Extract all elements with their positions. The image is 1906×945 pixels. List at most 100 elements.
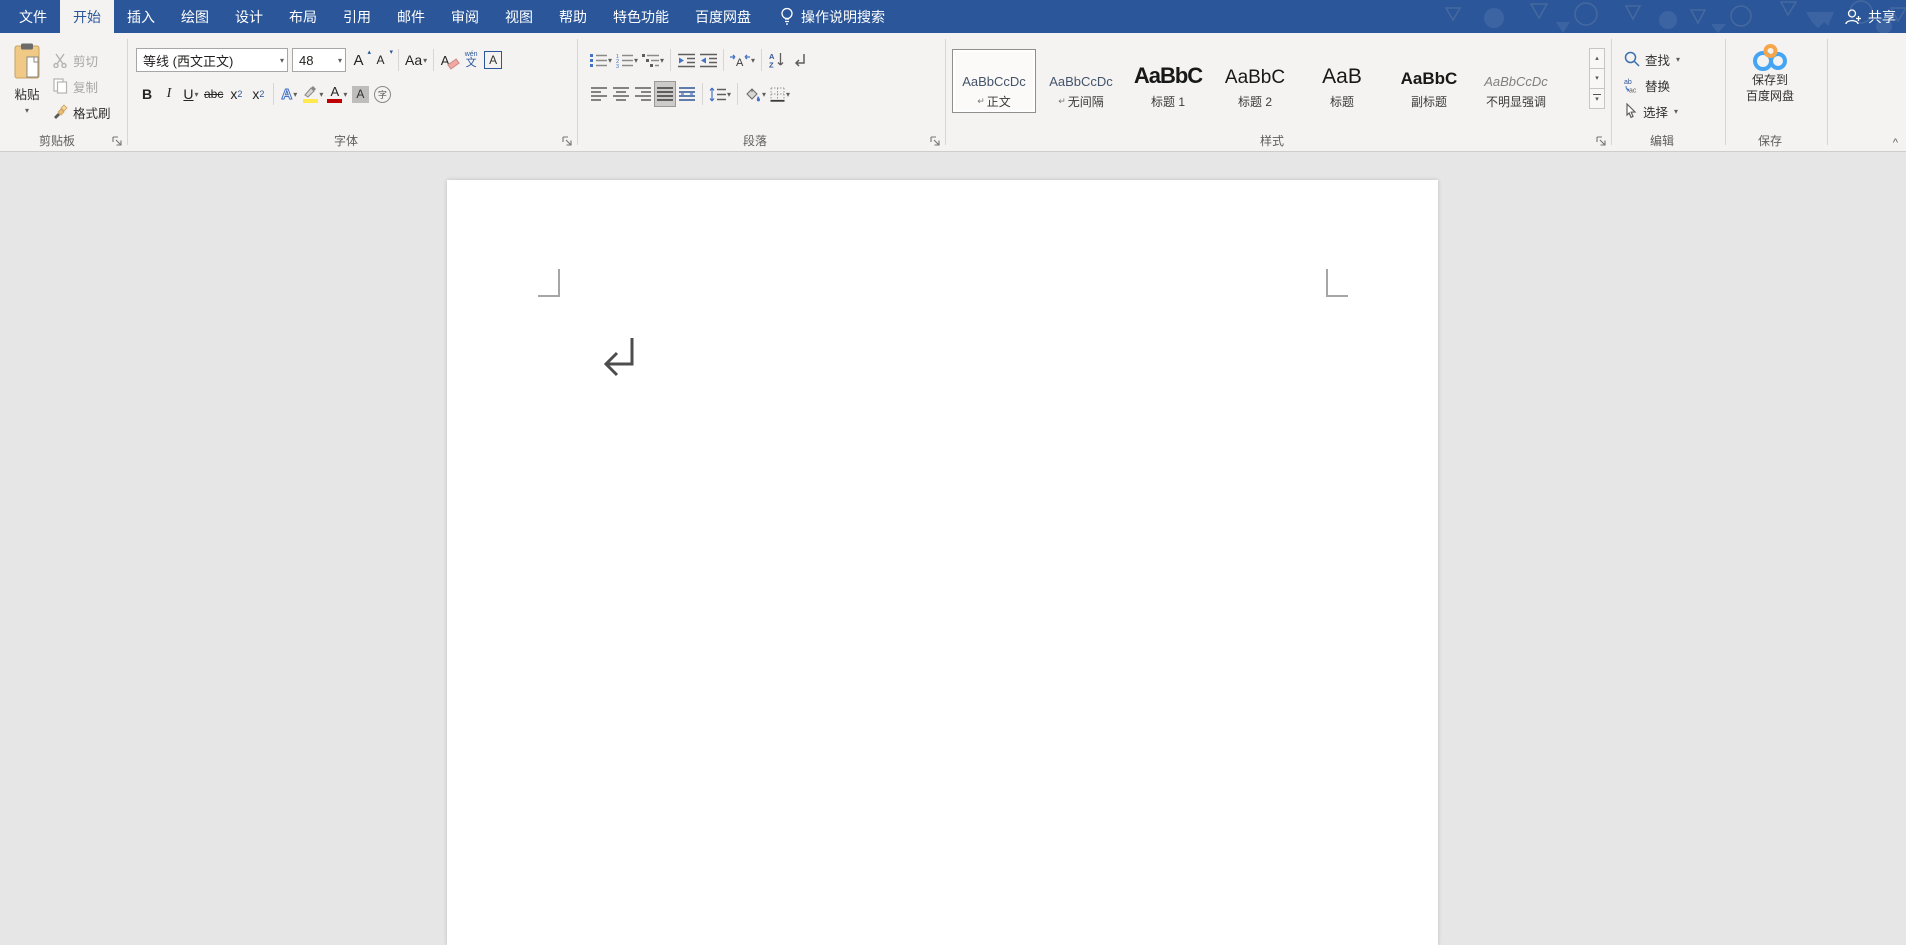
tab-review[interactable]: 审阅 <box>438 0 492 33</box>
tab-mailings[interactable]: 邮件 <box>384 0 438 33</box>
tab-view[interactable]: 视图 <box>492 0 546 33</box>
multilevel-list-icon <box>642 53 660 67</box>
style-subtitle[interactable]: AaBbC 副标题 <box>1387 49 1471 113</box>
italic-button[interactable]: I <box>158 81 180 107</box>
shrink-font-button[interactable]: A ▾ <box>372 47 394 73</box>
tab-references[interactable]: 引用 <box>330 0 384 33</box>
clipboard-group-label: 剪贴板 <box>38 134 75 148</box>
style-subtle-emphasis[interactable]: AaBbCcDc 不明显强调 <box>1474 49 1558 113</box>
format-painter-button[interactable]: 格式刷 <box>52 101 111 123</box>
font-name-chevron-icon[interactable]: ▾ <box>280 56 284 65</box>
subscript-button[interactable]: x2 <box>225 81 247 107</box>
ribbon: 粘贴 ▾ 剪切 复制 格式刷 剪贴板 等线 (西文正文) ▾ 48 ▾ A ▴ … <box>0 33 1906 152</box>
numbering-button[interactable]: 123 ▾ <box>614 47 640 73</box>
copy-icon <box>52 78 68 94</box>
character-shading-button[interactable]: A <box>349 81 371 107</box>
group-save: 保存到 百度网盘 保存 <box>1726 33 1828 151</box>
shrink-caret-icon: ▾ <box>389 49 393 56</box>
styles-more-button[interactable]: ▾ <box>1589 88 1605 109</box>
superscript-button[interactable]: x2 <box>247 81 269 107</box>
paragraph-dialog-launcher[interactable] <box>929 135 941 147</box>
align-left-button[interactable] <box>588 81 610 107</box>
select-label: 选择 <box>1643 105 1669 120</box>
clear-formatting-button[interactable]: A <box>438 47 461 73</box>
text-effects-button[interactable]: A ▾ <box>278 81 300 107</box>
tab-home[interactable]: 开始 <box>60 0 114 33</box>
align-center-button[interactable] <box>610 81 632 107</box>
style-title[interactable]: AaB 标题 <box>1300 49 1384 113</box>
replace-label: 替换 <box>1645 79 1671 94</box>
share-button[interactable]: 共享 <box>1844 0 1896 33</box>
select-button[interactable]: 选择 ▾ <box>1624 100 1680 122</box>
collapse-ribbon-button[interactable]: ^ <box>1893 137 1898 149</box>
sort-button[interactable]: A Z <box>766 47 788 73</box>
grow-caret-icon: ▴ <box>367 49 371 56</box>
lightbulb-icon <box>780 7 794 26</box>
character-border-button[interactable]: A <box>482 47 504 73</box>
grow-font-button[interactable]: A ▴ <box>350 47 372 73</box>
phonetic-guide-button[interactable]: wén 文 <box>460 47 482 73</box>
paste-chevron-icon[interactable]: ▾ <box>5 106 49 115</box>
save-to-baidu-line1: 保存到 <box>1751 73 1788 87</box>
underline-button[interactable]: U ▾ <box>180 81 202 107</box>
bold-button[interactable]: B <box>136 81 158 107</box>
style-heading-1[interactable]: AaBbC 标题 1 <box>1126 49 1210 113</box>
shading-button[interactable]: ▾ <box>742 81 768 107</box>
decrease-indent-button[interactable] <box>675 47 697 73</box>
styles-dialog-launcher[interactable] <box>1595 135 1607 147</box>
show-marks-button[interactable] <box>788 47 810 73</box>
change-case-button[interactable]: Aa ▾ <box>403 47 429 73</box>
tab-baidu-netdisk[interactable]: 百度网盘 <box>682 0 764 33</box>
font-name-combobox[interactable]: 等线 (西文正文) ▾ <box>136 48 288 72</box>
font-size-combobox[interactable]: 48 ▾ <box>292 48 346 72</box>
cut-button[interactable]: 剪切 <box>52 49 111 71</box>
styles-scroll-up-button[interactable]: ▴ <box>1589 48 1605 69</box>
distribute-button[interactable] <box>676 81 698 107</box>
tab-design[interactable]: 设计 <box>222 0 276 33</box>
find-label: 查找 <box>1645 53 1671 68</box>
styles-scroll-down-button[interactable]: ▾ <box>1589 68 1605 89</box>
copy-button[interactable]: 复制 <box>52 75 111 97</box>
tab-special-features[interactable]: 特色功能 <box>600 0 682 33</box>
style-normal[interactable]: AaBbCcDc ↵ 正文 <box>952 49 1036 113</box>
tab-insert[interactable]: 插入 <box>114 0 168 33</box>
font-size-value: 48 <box>299 52 314 68</box>
font-dialog-launcher[interactable] <box>561 135 573 147</box>
save-group-label: 保存 <box>1757 134 1782 148</box>
enclose-characters-button[interactable]: 字 <box>371 81 393 107</box>
font-color-icon: A <box>327 85 343 103</box>
paste-button[interactable]: 粘贴 ▾ <box>5 43 49 115</box>
tab-layout[interactable]: 布局 <box>276 0 330 33</box>
tab-help[interactable]: 帮助 <box>546 0 600 33</box>
tab-draw[interactable]: 绘图 <box>168 0 222 33</box>
font-size-chevron-icon[interactable]: ▾ <box>338 56 342 65</box>
scissors-icon <box>52 52 68 68</box>
bullets-button[interactable]: ▾ <box>588 47 614 73</box>
tell-me-search[interactable]: 操作说明搜索 <box>780 0 885 33</box>
strikethrough-button[interactable]: abc <box>202 81 225 107</box>
borders-button[interactable]: ▾ <box>768 81 792 107</box>
document-area[interactable] <box>0 153 1906 945</box>
clipboard-dialog-launcher[interactable] <box>111 135 123 147</box>
save-to-baidu-netdisk-button[interactable]: 保存到 百度网盘 <box>1726 42 1814 104</box>
style-no-spacing[interactable]: AaBbCcDc ↵ 无间隔 <box>1039 49 1123 113</box>
styles-group-label: 样式 <box>1259 134 1284 148</box>
asian-layout-button[interactable]: A ▾ <box>728 47 757 73</box>
multilevel-list-button[interactable]: ▾ <box>640 47 666 73</box>
paragraph-group-label: 段落 <box>742 134 767 148</box>
replace-button[interactable]: ab ac 替换 <box>1624 74 1680 96</box>
align-right-button[interactable] <box>632 81 654 107</box>
style-heading-2[interactable]: AaBbC 标题 2 <box>1213 49 1297 113</box>
find-button[interactable]: 查找 ▾ <box>1624 48 1680 70</box>
font-color-button[interactable]: A ▾ <box>325 81 349 107</box>
increase-indent-button[interactable] <box>697 47 719 73</box>
borders-icon <box>770 87 785 102</box>
highlight-color-button[interactable]: ▾ <box>300 81 325 107</box>
font-name-value: 等线 (西文正文) <box>143 53 234 69</box>
tab-file[interactable]: 文件 <box>6 0 60 33</box>
line-spacing-button[interactable]: ▾ <box>707 81 733 107</box>
justify-button[interactable] <box>654 81 676 107</box>
group-styles: AaBbCcDc ↵ 正文 AaBbCcDc ↵ 无间隔 AaBbC 标题 1 Aa… <box>946 33 1612 151</box>
clear-formatting-icon: A <box>441 53 461 70</box>
document-page[interactable] <box>447 180 1438 945</box>
